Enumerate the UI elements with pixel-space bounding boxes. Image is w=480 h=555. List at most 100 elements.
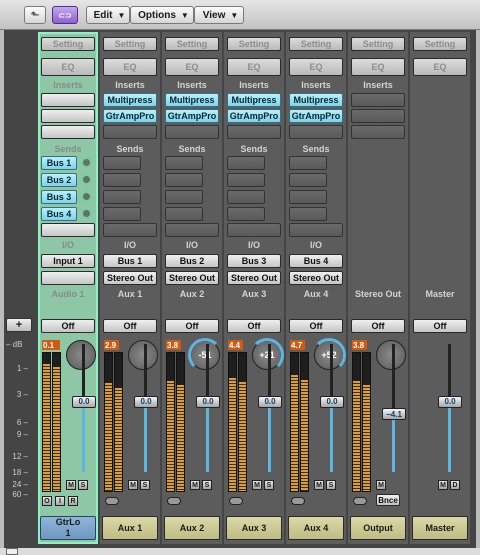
insert-slot-empty[interactable] — [351, 109, 405, 123]
input-button[interactable]: Bus 2 — [165, 254, 219, 268]
eq-button[interactable]: EQ — [413, 58, 467, 76]
pan-knob[interactable] — [376, 340, 406, 370]
output-button[interactable] — [41, 271, 95, 285]
send-slot-empty[interactable] — [41, 223, 95, 237]
edit-menu[interactable]: Edit ▼ — [86, 6, 130, 24]
send-slot-empty[interactable] — [289, 156, 327, 170]
send-slot-empty[interactable] — [289, 223, 343, 237]
insert-slot[interactable]: GtrAmpPro — [289, 109, 343, 123]
insert-slot[interactable]: Multipress — [227, 93, 281, 107]
send-slot-empty[interactable] — [227, 156, 265, 170]
channel-name-button[interactable]: Master — [412, 516, 468, 540]
solo-button[interactable]: S — [202, 480, 212, 490]
setting-button[interactable]: Setting — [351, 37, 405, 51]
send-slot-empty[interactable] — [103, 190, 141, 204]
automation-mode[interactable]: Off — [289, 319, 343, 333]
eq-button[interactable]: EQ — [41, 58, 95, 76]
send-slot-empty[interactable] — [103, 207, 141, 221]
send-level-knob[interactable] — [81, 191, 92, 202]
insert-slot-empty[interactable] — [289, 125, 343, 139]
mute-button[interactable]: M — [314, 480, 324, 490]
send-slot[interactable]: Bus 2 — [41, 173, 77, 187]
setting-button[interactable]: Setting — [41, 37, 95, 51]
automation-mode[interactable]: Off — [41, 319, 95, 333]
link-icon[interactable] — [229, 497, 243, 505]
send-slot-empty[interactable] — [165, 207, 203, 221]
insert-slot[interactable]: Multipress — [103, 93, 157, 107]
insert-slot-empty[interactable] — [351, 93, 405, 107]
setting-button[interactable]: Setting — [227, 37, 281, 51]
link-icon[interactable] — [167, 497, 181, 505]
insert-slot-empty[interactable] — [41, 109, 95, 123]
channel-name-button[interactable]: Aux 4 — [288, 516, 344, 540]
channel-option-r[interactable]: R — [68, 496, 78, 506]
send-slot-empty[interactable] — [289, 190, 327, 204]
insert-slot[interactable]: GtrAmpPro — [227, 109, 281, 123]
link-icon[interactable] — [105, 497, 119, 505]
output-button[interactable]: Stereo Out — [165, 271, 219, 285]
send-level-knob[interactable] — [81, 208, 92, 219]
volume-fader[interactable]: 0.0 — [258, 395, 282, 408]
insert-slot-empty[interactable] — [103, 125, 157, 139]
eq-button[interactable]: EQ — [289, 58, 343, 76]
mute-button[interactable]: M — [376, 480, 386, 490]
send-slot-empty[interactable] — [227, 173, 265, 187]
setting-button[interactable]: Setting — [413, 37, 467, 51]
pan-knob[interactable] — [128, 340, 158, 370]
insert-slot[interactable]: GtrAmpPro — [165, 109, 219, 123]
list-icon[interactable] — [6, 548, 18, 555]
link-icon[interactable] — [353, 497, 367, 505]
volume-fader[interactable]: 0.0 — [134, 395, 158, 408]
send-slot-empty[interactable] — [289, 173, 327, 187]
send-slot-empty[interactable] — [227, 190, 265, 204]
send-slot[interactable]: Bus 4 — [41, 207, 77, 221]
input-button[interactable]: Bus 4 — [289, 254, 343, 268]
send-level-knob[interactable] — [81, 157, 92, 168]
send-slot-empty[interactable] — [165, 190, 203, 204]
options-menu[interactable]: Options ▼ — [130, 6, 194, 24]
setting-button[interactable]: Setting — [165, 37, 219, 51]
channel-name-button[interactable]: Aux 2 — [164, 516, 220, 540]
insert-slot-empty[interactable] — [41, 125, 95, 139]
automation-mode[interactable]: Off — [103, 319, 157, 333]
solo-button[interactable]: S — [326, 480, 336, 490]
automation-mode[interactable]: Off — [413, 319, 467, 333]
bounce-button[interactable]: Bnce — [376, 494, 400, 506]
send-slot-empty[interactable] — [165, 223, 219, 237]
send-slot-empty[interactable] — [289, 207, 327, 221]
setting-button[interactable]: Setting — [289, 37, 343, 51]
automation-mode[interactable]: Off — [351, 319, 405, 333]
channel-name-button[interactable]: Aux 3 — [226, 516, 282, 540]
solo-button[interactable]: S — [140, 480, 150, 490]
insert-slot-empty[interactable] — [351, 125, 405, 139]
automation-mode[interactable]: Off — [165, 319, 219, 333]
send-slot-empty[interactable] — [103, 173, 141, 187]
channel-option-i[interactable]: I — [55, 496, 65, 506]
volume-fader[interactable]: −4.1 — [382, 408, 406, 421]
eq-button[interactable]: EQ — [103, 58, 157, 76]
insert-slot[interactable]: GtrAmpPro — [103, 109, 157, 123]
mute-button[interactable]: M — [438, 480, 448, 490]
pan-knob[interactable] — [66, 340, 96, 370]
send-slot[interactable]: Bus 3 — [41, 190, 77, 204]
send-slot-empty[interactable] — [103, 223, 157, 237]
setting-button[interactable]: Setting — [103, 37, 157, 51]
mute-button[interactable]: M — [190, 480, 200, 490]
dim-button[interactable]: D — [450, 480, 460, 490]
volume-fader[interactable]: 0.0 — [72, 395, 96, 408]
mute-button[interactable]: M — [66, 480, 76, 490]
solo-button[interactable]: S — [78, 480, 88, 490]
eq-button[interactable]: EQ — [351, 58, 405, 76]
volume-fader[interactable]: 0.0 — [438, 395, 462, 408]
channel-option-o[interactable]: O — [42, 496, 52, 506]
send-slot[interactable]: Bus 1 — [41, 156, 77, 170]
insert-slot-empty[interactable] — [227, 125, 281, 139]
eq-button[interactable]: EQ — [165, 58, 219, 76]
insert-slot[interactable]: Multipress — [165, 93, 219, 107]
input-button[interactable]: Bus 3 — [227, 254, 281, 268]
insert-slot-empty[interactable] — [165, 125, 219, 139]
channel-name-button[interactable]: Output — [350, 516, 406, 540]
channel-name-button[interactable]: GtrLo 1 — [40, 516, 96, 540]
mute-button[interactable]: M — [252, 480, 262, 490]
send-level-knob[interactable] — [81, 174, 92, 185]
